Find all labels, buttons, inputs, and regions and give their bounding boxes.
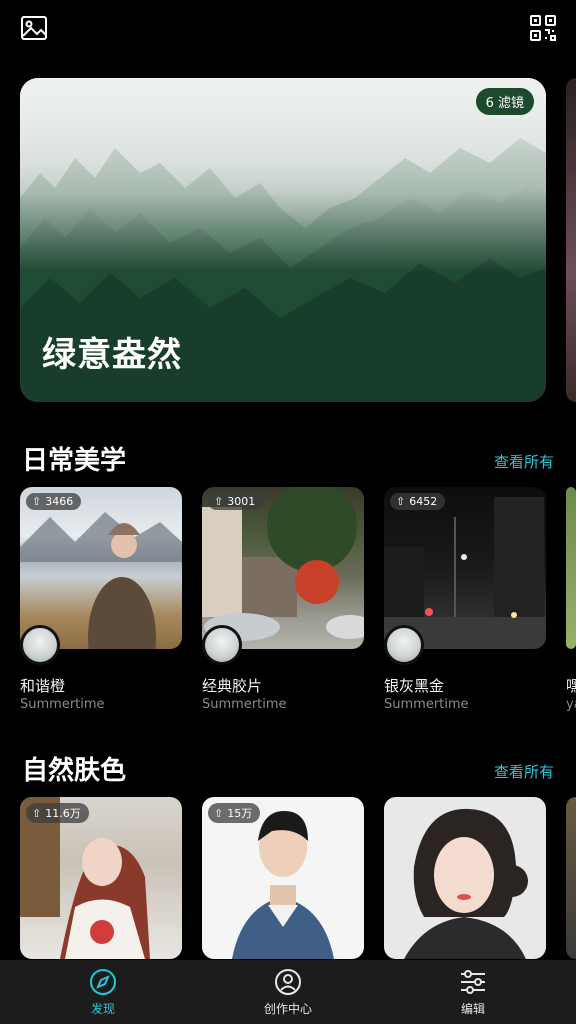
filter-subtitle: Summertime (20, 697, 105, 712)
upload-icon: ⇧ (214, 495, 224, 508)
upload-icon: ⇧ (32, 806, 42, 820)
filter-subtitle: Summertime (202, 697, 287, 712)
filter-count-badge: 6 滤镜 (475, 88, 534, 115)
upload-icon: ⇧ (396, 495, 406, 508)
hero-banner[interactable]: 6 滤镜 绿意盎然 (20, 78, 546, 402)
next-banner-peek[interactable] (566, 78, 576, 402)
usage-count: ⇧ 11.6万 (26, 803, 89, 823)
filter-card[interactable]: ⇧ 3001 经典胶片 Summertime (202, 487, 364, 712)
upload-icon: ⇧ (214, 806, 224, 820)
top-bar (0, 0, 576, 58)
bottom-navigation: 发现 创作中心 编辑 (0, 960, 576, 1024)
creator-avatar (384, 625, 424, 665)
filter-name: 和谐橙 (20, 677, 66, 695)
creator-avatar (202, 625, 242, 665)
user-icon (274, 968, 302, 996)
tab-creator-center[interactable]: 创作中心 (228, 960, 348, 1024)
compass-icon (89, 968, 117, 996)
filter-card[interactable]: 嘿 ya (566, 487, 576, 717)
filter-card[interactable]: ⇧ 15万 (202, 797, 364, 959)
section-title-daily-aesthetics: 日常美学 (22, 446, 127, 476)
filter-thumbnail (384, 797, 546, 959)
tab-label: 创作中心 (263, 1002, 312, 1016)
next-card-peek[interactable] (566, 797, 576, 959)
filter-thumbnail (566, 487, 576, 649)
tab-label: 编辑 (460, 1002, 485, 1016)
usage-count: ⇧ 6452 (390, 493, 446, 510)
gallery-icon[interactable] (20, 14, 48, 42)
filter-card[interactable]: ⇧ 6452 银灰黑金 Summertime (384, 487, 546, 712)
see-all-link[interactable]: 查看所有 (494, 761, 554, 782)
usage-count: ⇧ 3001 (208, 493, 264, 510)
filter-card[interactable] (384, 797, 546, 959)
filter-name: 经典胶片 (202, 677, 263, 695)
tab-label: 发现 (90, 1002, 115, 1016)
filter-card[interactable]: ⇧ 11.6万 (20, 797, 182, 959)
hero-title: 绿意盎然 (42, 335, 182, 375)
filter-name: 嘿 (566, 677, 576, 695)
usage-count: ⇧ 3466 (26, 493, 82, 510)
filter-name: 银灰黑金 (384, 677, 445, 695)
sliders-icon (459, 968, 487, 996)
section-title-natural-skin: 自然肤色 (22, 756, 127, 786)
filter-subtitle: Summertime (384, 697, 469, 712)
tab-edit[interactable]: 编辑 (413, 960, 533, 1024)
usage-count: ⇧ 15万 (208, 803, 261, 823)
creator-avatar (20, 625, 60, 665)
filter-thumbnail: ⇧ 11.6万 (20, 797, 182, 959)
tab-discover[interactable]: 发现 (43, 960, 163, 1024)
qr-code-icon[interactable] (529, 14, 557, 42)
filter-card[interactable]: ⇧ 3466 和谐橙 Summertime (20, 487, 182, 712)
filter-subtitle: ya (566, 697, 576, 712)
see-all-link[interactable]: 查看所有 (494, 451, 554, 472)
filter-thumbnail: ⇧ 15万 (202, 797, 364, 959)
upload-icon: ⇧ (32, 495, 42, 508)
